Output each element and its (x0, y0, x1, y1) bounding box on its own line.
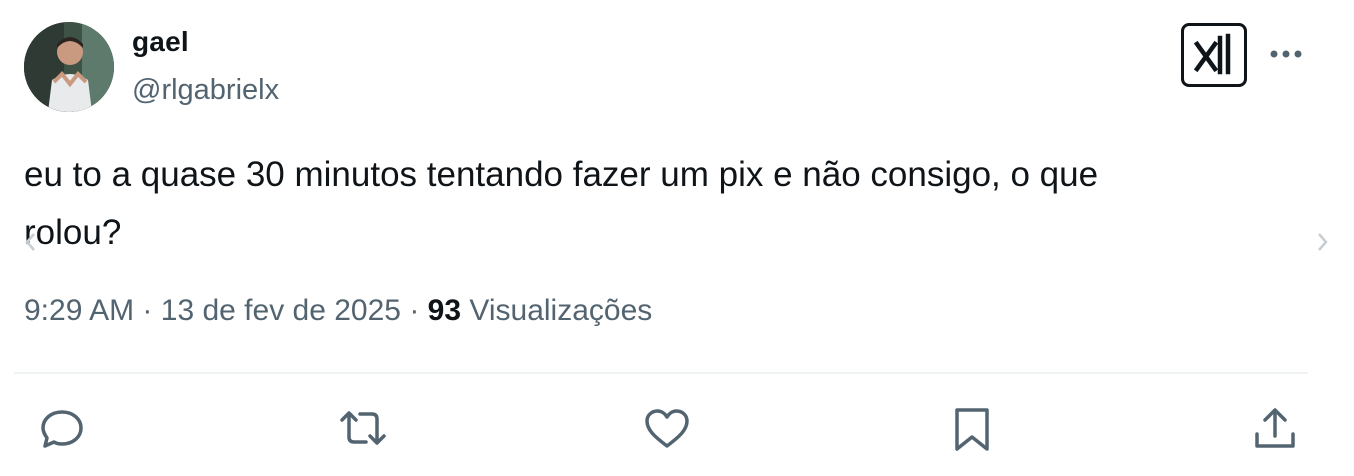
bookmark-icon (955, 408, 989, 451)
tweet-metadata: 9:29 AM · 13 de fev de 2025 · 93 Visuali… (24, 294, 652, 328)
retweet-icon (340, 411, 386, 445)
views-count: 93 (427, 294, 462, 327)
like-button[interactable] (642, 404, 692, 454)
tweet-text: eu to a quase 30 minutos tentando fazer … (24, 155, 1099, 252)
reply-icon (41, 410, 83, 448)
more-options-icon[interactable] (1264, 36, 1308, 72)
meta-separator: · (409, 294, 420, 327)
reply-button[interactable] (38, 404, 88, 454)
display-name[interactable]: gael (132, 26, 189, 58)
tweet-card: gael @rlgabrielx eu to a quase 30 minuto… (0, 0, 1354, 476)
meta-separator: · (142, 294, 153, 327)
bookmark-button[interactable] (947, 404, 997, 454)
avatar[interactable] (24, 22, 114, 112)
views-label: Visualizações (469, 294, 653, 327)
like-icon (645, 409, 689, 448)
tweet-time[interactable]: 9:29 AM (24, 294, 134, 327)
xai-logo-icon[interactable] (1181, 23, 1247, 87)
divider (14, 372, 1308, 374)
user-handle[interactable]: @rlgabrielx (132, 74, 279, 107)
chevron-right-icon[interactable] (1313, 228, 1333, 256)
share-icon (1255, 408, 1295, 448)
share-button[interactable] (1250, 404, 1300, 454)
chevron-left-icon[interactable] (20, 228, 40, 256)
tweet-date[interactable]: 13 de fev de 2025 (161, 294, 401, 327)
retweet-button[interactable] (338, 404, 388, 454)
